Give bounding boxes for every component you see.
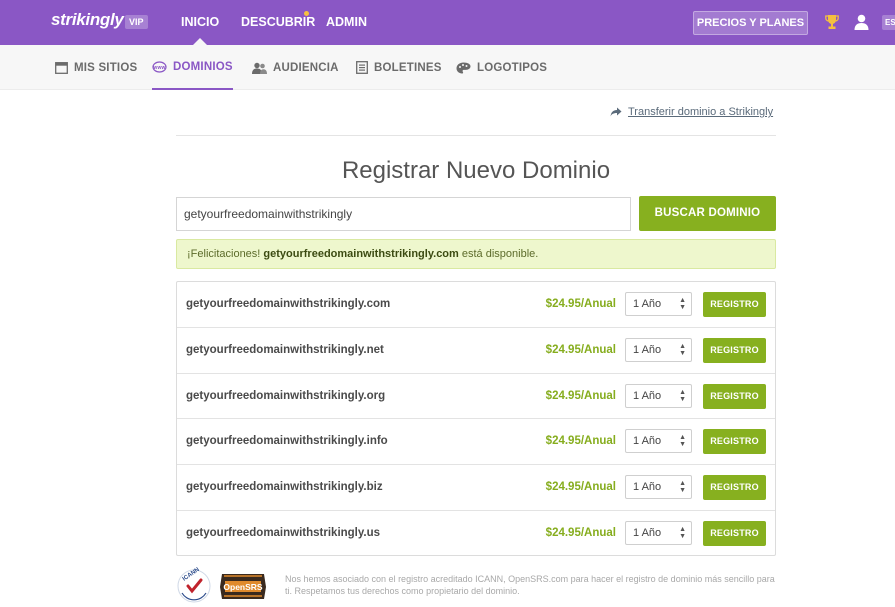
svg-text:www: www [152, 65, 165, 71]
subnav-label: AUDIENCIA [273, 61, 339, 74]
years-value: 1 Año [633, 526, 662, 539]
alert-prefix: ¡Felicitaciones! [187, 248, 264, 260]
strikingly-logo[interactable]: strikingly [51, 10, 124, 30]
years-select[interactable]: 1 Año ▲ ▼ [625, 337, 692, 362]
domain-name: getyourfreedomainwithstrikingly.com [186, 298, 391, 310]
domain-row: getyourfreedomainwithstrikingly.info $24… [177, 419, 775, 466]
language-selector[interactable]: ES [882, 15, 895, 30]
alert-domain: getyourfreedomainwithstrikingly.com [263, 248, 459, 260]
domain-row: getyourfreedomainwithstrikingly.com $24.… [177, 282, 775, 328]
search-domain-button[interactable]: BUSCAR DOMINIO [639, 196, 776, 231]
pricing-button[interactable]: PRECIOS Y PLANES [693, 11, 808, 35]
domain-row: getyourfreedomainwithstrikingly.us $24.9… [177, 511, 775, 557]
subnav-logotipos[interactable]: LOGOTIPOS [456, 45, 547, 90]
transfer-link-text[interactable]: Transferir dominio a Strikingly [628, 106, 773, 118]
domain-name: getyourfreedomainwithstrikingly.net [186, 343, 384, 356]
years-value: 1 Año [633, 481, 662, 494]
domain-row: getyourfreedomainwithstrikingly.net $24.… [177, 328, 775, 374]
domain-name: getyourfreedomainwithstrikingly.biz [186, 481, 383, 494]
subnav-label: MIS SITIOS [74, 61, 138, 74]
subnav-dominios[interactable]: www DOMINIOS [152, 45, 233, 90]
domain-price: $24.95/Anual [545, 435, 616, 448]
subnav-boletines[interactable]: BOLETINES [356, 45, 442, 90]
newsletter-icon [356, 61, 368, 74]
sub-navigation: MIS SITIOS www DOMINIOS AUDIENCIA BOLETI… [0, 45, 895, 90]
domain-price: $24.95/Anual [545, 389, 616, 402]
domain-row: getyourfreedomainwithstrikingly.org $24.… [177, 374, 775, 420]
years-select[interactable]: 1 Año ▲ ▼ [625, 520, 692, 545]
users-icon [252, 62, 267, 74]
stepper-arrows-icon: ▲ ▼ [679, 480, 686, 495]
domain-row: getyourfreedomainwithstrikingly.biz $24.… [177, 465, 775, 511]
palette-icon [456, 62, 471, 73]
domain-price: $24.95/Anual [545, 343, 616, 356]
register-button[interactable]: REGISTRO [703, 475, 766, 501]
register-button[interactable]: REGISTRO [703, 337, 766, 363]
years-select[interactable]: 1 Año ▲ ▼ [625, 429, 692, 454]
domain-name: getyourfreedomainwithstrikingly.us [186, 526, 381, 539]
availability-alert: ¡Felicitaciones! getyourfreedomainwithst… [176, 239, 776, 269]
years-value: 1 Año [633, 389, 662, 402]
transfer-domain-link[interactable]: Transferir dominio a Strikingly [610, 106, 773, 118]
years-value: 1 Año [633, 298, 662, 310]
subnav-audiencia[interactable]: AUDIENCIA [252, 45, 339, 90]
years-value: 1 Año [633, 343, 662, 356]
domain-search-input[interactable] [176, 197, 631, 231]
stepper-arrows-icon: ▲ ▼ [679, 434, 686, 449]
subnav-label: DOMINIOS [173, 60, 233, 73]
years-select[interactable]: 1 Año ▲ ▼ [625, 292, 692, 316]
years-value: 1 Año [633, 435, 662, 448]
register-button[interactable]: REGISTRO [703, 520, 766, 546]
alert-suffix: está disponible. [458, 248, 539, 260]
user-icon[interactable] [854, 14, 869, 30]
divider [176, 135, 776, 136]
subnav-label: LOGOTIPOS [477, 61, 548, 74]
stepper-arrows-icon: ▲ ▼ [679, 525, 686, 540]
domain-price: $24.95/Anual [545, 298, 616, 310]
domain-name: getyourfreedomainwithstrikingly.info [186, 435, 388, 448]
subnav-label: BOLETINES [374, 61, 442, 74]
share-arrow-icon [610, 107, 622, 117]
trophy-icon[interactable] [825, 14, 839, 30]
icann-accredited-logo: ICANN [177, 567, 211, 603]
window-icon [55, 61, 68, 74]
www-icon: www [152, 60, 167, 73]
register-button[interactable]: REGISTRO [703, 383, 766, 409]
domain-price: $24.95/Anual [545, 526, 616, 539]
domain-results-list: getyourfreedomainwithstrikingly.com $24.… [176, 281, 776, 556]
subnav-mis-sitios[interactable]: MIS SITIOS [55, 45, 137, 90]
vip-badge: VIP [125, 15, 148, 29]
register-button[interactable]: REGISTRO [703, 292, 766, 317]
opensrs-logo: OpenSRS [220, 574, 266, 599]
domain-name: getyourfreedomainwithstrikingly.org [186, 389, 386, 402]
stepper-arrows-icon: ▲ ▼ [679, 388, 686, 403]
svg-text:OpenSRS: OpenSRS [223, 582, 263, 592]
top-bar: strikingly VIP INICIO DESCUBRIR ADMIN PR… [0, 0, 895, 45]
stepper-arrows-icon: ▲ ▼ [679, 297, 686, 311]
partnership-disclaimer: Nos hemos asociado con el registro acred… [285, 574, 775, 596]
domain-price: $24.95/Anual [545, 481, 616, 494]
nav-admin[interactable]: ADMIN [326, 0, 367, 45]
register-button[interactable]: REGISTRO [703, 429, 766, 455]
nav-descubrir[interactable]: DESCUBRIR [241, 0, 315, 45]
stepper-arrows-icon: ▲ ▼ [679, 342, 686, 357]
years-select[interactable]: 1 Año ▲ ▼ [625, 475, 692, 500]
active-nav-caret [193, 38, 207, 45]
notification-dot [304, 11, 309, 16]
years-select[interactable]: 1 Año ▲ ▼ [625, 383, 692, 408]
page-title: Registrar Nuevo Dominio [341, 157, 611, 184]
